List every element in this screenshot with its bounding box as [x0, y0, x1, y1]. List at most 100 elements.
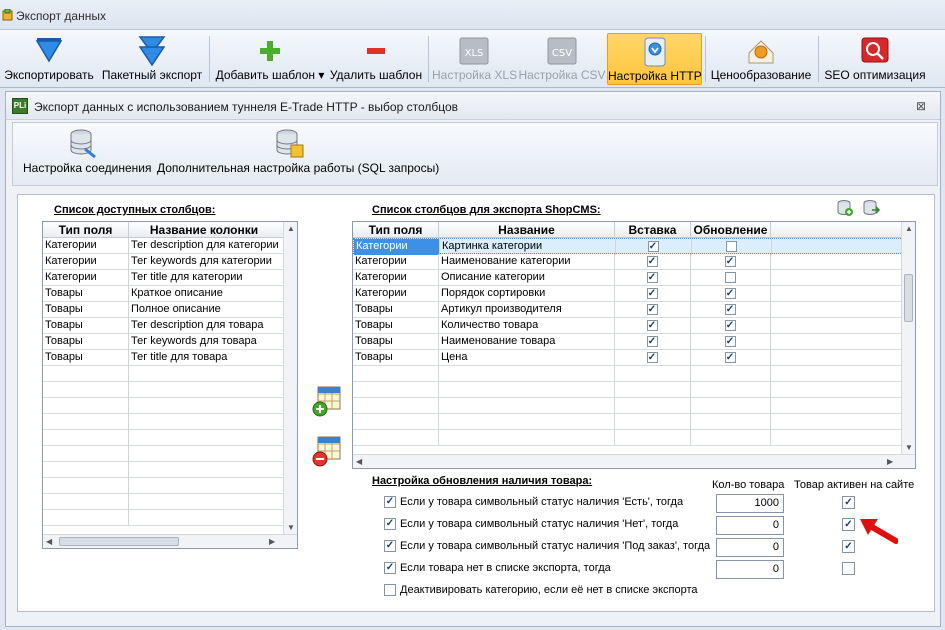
table-row[interactable]: Товары Тег title для товара [43, 350, 285, 366]
active-checkbox[interactable]: ✓ [842, 496, 855, 509]
export-columns-grid[interactable]: Тип поля Название Вставка Обновление Кат… [352, 221, 916, 469]
sql-settings-button[interactable]: Дополнительная настройка работы (SQL зап… [155, 125, 439, 183]
xls-settings-button[interactable]: XLS Настройка XLS [432, 33, 517, 85]
table-row[interactable]: Товары Тег description для товара [43, 318, 285, 334]
insert-checkbox[interactable]: ✓ [646, 336, 658, 347]
checkbox[interactable]: ✓ [384, 518, 396, 530]
scroll-right-icon[interactable]: ▶ [269, 537, 275, 546]
table-row[interactable]: Категории Порядок сортировки ✓ ✓ [353, 286, 903, 302]
table-row[interactable]: Категории Описание категории ✓ [353, 270, 903, 286]
add-column-button[interactable] [312, 385, 342, 417]
checkbox[interactable]: ✓ [384, 496, 396, 508]
scroll-left-icon[interactable]: ◀ [46, 537, 52, 546]
table-row[interactable] [43, 366, 285, 382]
column-header[interactable]: Название колонки [129, 222, 279, 238]
batch-export-button[interactable]: Пакетный экспорт [100, 33, 204, 85]
active-checkbox[interactable]: ✓ [842, 540, 855, 553]
scroll-down-icon[interactable]: ▼ [287, 523, 295, 532]
export-button[interactable]: Экспортировать [2, 33, 96, 85]
insert-checkbox[interactable]: ✓ [646, 256, 658, 267]
table-row[interactable] [43, 398, 285, 414]
table-row[interactable] [43, 462, 285, 478]
delete-template-button[interactable]: Удалить шаблон [328, 33, 424, 85]
scroll-thumb[interactable] [59, 537, 179, 546]
table-row[interactable] [43, 446, 285, 462]
table-row[interactable]: Категории Тег title для категории [43, 270, 285, 286]
column-header[interactable]: Вставка [615, 222, 691, 238]
table-row[interactable] [43, 414, 285, 430]
horizontal-scrollbar[interactable]: ◀ ▶ [43, 534, 297, 548]
connection-settings-button[interactable]: Настройка соединения [21, 125, 151, 183]
add-database-icon[interactable] [836, 199, 854, 217]
table-row[interactable]: Категории Наименование категории ✓ ✓ [353, 254, 903, 270]
active-checkbox[interactable]: ✓ [842, 518, 855, 531]
scroll-down-icon[interactable]: ▼ [905, 443, 913, 452]
table-row[interactable] [353, 414, 903, 430]
qty-input[interactable]: 1000 [716, 494, 784, 513]
checkbox[interactable] [384, 584, 396, 596]
table-row[interactable]: Товары Краткое описание [43, 286, 285, 302]
insert-checkbox[interactable]: ✓ [646, 304, 658, 315]
insert-checkbox[interactable]: ✓ [646, 272, 658, 283]
table-row[interactable] [43, 510, 285, 526]
column-header[interactable]: Название [439, 222, 615, 238]
table-row[interactable] [353, 430, 903, 446]
table-row[interactable]: Товары Полное описание [43, 302, 285, 318]
csv-settings-button[interactable]: CSV Настройка CSV [518, 33, 606, 85]
scroll-left-icon[interactable]: ◀ [356, 457, 362, 466]
table-row[interactable]: Товары Артикул производителя ✓ ✓ [353, 302, 903, 318]
http-settings-button[interactable]: Настройка HTTP [607, 33, 702, 85]
export-database-icon[interactable] [862, 199, 880, 217]
scroll-up-icon[interactable]: ▲ [905, 224, 913, 233]
insert-checkbox[interactable]: ✓ [647, 241, 659, 252]
active-checkbox[interactable] [842, 562, 855, 575]
insert-checkbox[interactable]: ✓ [646, 352, 658, 363]
checkbox[interactable]: ✓ [384, 562, 396, 574]
table-row[interactable] [43, 478, 285, 494]
table-row[interactable] [43, 382, 285, 398]
remove-column-button[interactable] [312, 435, 342, 467]
checkbox[interactable]: ✓ [384, 540, 396, 552]
insert-checkbox[interactable]: ✓ [646, 320, 658, 331]
qty-input[interactable]: 0 [716, 538, 784, 557]
scroll-up-icon[interactable]: ▲ [287, 224, 295, 233]
table-row[interactable] [353, 382, 903, 398]
vertical-scrollbar[interactable]: ▲ ▼ [283, 222, 297, 534]
pricing-button[interactable]: Ценообразование [708, 33, 814, 85]
close-icon[interactable]: ⊠ [916, 99, 926, 113]
qty-input[interactable]: 0 [716, 560, 784, 579]
insert-checkbox[interactable]: ✓ [646, 288, 658, 299]
seo-button[interactable]: SEO оптимизация [822, 33, 928, 85]
table-row[interactable]: Товары Наименование товара ✓ ✓ [353, 334, 903, 350]
update-checkbox[interactable]: ✓ [724, 352, 736, 363]
available-columns-grid[interactable]: Тип поля Название колонки Категории Тег d… [42, 221, 298, 549]
horizontal-scrollbar[interactable]: ◀ ▶ [353, 454, 915, 468]
column-header[interactable]: Тип поля [43, 222, 129, 238]
vertical-scrollbar[interactable]: ▲ ▼ [901, 222, 915, 454]
table-row[interactable]: Категории Картинка категории ✓ [353, 238, 903, 255]
add-template-button[interactable]: Добавить шаблон ▾ [214, 33, 326, 85]
table-row[interactable] [43, 430, 285, 446]
cell-column-name [129, 494, 285, 510]
table-row[interactable]: Категории Тег description для категории [43, 238, 285, 254]
update-checkbox[interactable]: ✓ [724, 320, 736, 331]
update-checkbox[interactable]: ✓ [724, 256, 736, 267]
qty-input[interactable]: 0 [716, 516, 784, 535]
column-header[interactable]: Тип поля [353, 222, 439, 238]
update-checkbox[interactable] [724, 272, 736, 283]
table-row[interactable]: Товары Тег keywords для товара [43, 334, 285, 350]
table-row[interactable]: Категории Тег keywords для категории [43, 254, 285, 270]
table-row[interactable] [353, 366, 903, 382]
table-row[interactable]: Товары Количество товара ✓ ✓ [353, 318, 903, 334]
scroll-thumb[interactable] [904, 274, 913, 322]
update-checkbox[interactable]: ✓ [724, 336, 736, 347]
update-checkbox[interactable]: ✓ [724, 304, 736, 315]
table-row[interactable] [353, 398, 903, 414]
column-header[interactable]: Обновление [691, 222, 771, 238]
cell-column-name [129, 478, 285, 494]
table-row[interactable]: Товары Цена ✓ ✓ [353, 350, 903, 366]
update-checkbox[interactable]: ✓ [724, 288, 736, 299]
update-checkbox[interactable] [725, 241, 737, 252]
table-row[interactable] [43, 494, 285, 510]
scroll-right-icon[interactable]: ▶ [887, 457, 893, 466]
